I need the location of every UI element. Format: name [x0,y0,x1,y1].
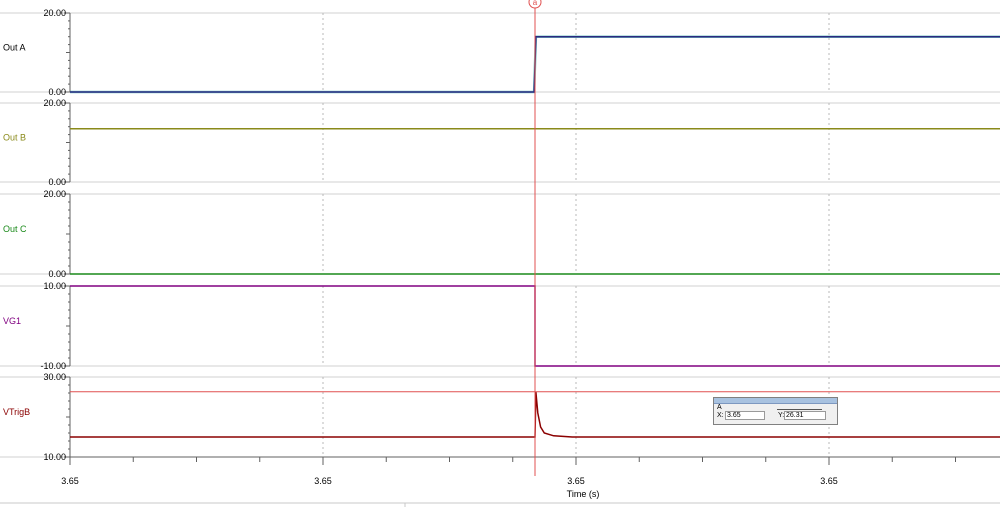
panel-out-c: 20.00 0.00 Out C [0,189,1000,279]
y-tick-label-max: 10.00 [43,281,66,291]
channel-label-vg1: VG1 [3,316,21,326]
panel-vg1: 10.00 -10.00 VG1 [0,281,1000,371]
panel-out-a: 20.00 0.00 Out A [0,8,1000,97]
cursor-marker-label: a [533,0,538,7]
x-tick-label: 3.65 [567,476,585,486]
y-tick-label-min: -10.00 [40,361,66,371]
waveform-chart: 20.000.00Out A20.000.00Out B20.000.00Out… [0,0,1000,507]
cursor-readout[interactable]: A X: 3.65 Y: 26.31 [713,397,838,425]
readout-x-field[interactable]: 3.65 [725,411,765,420]
y-tick-label-max: 30.00 [43,372,66,382]
x-tick-label: 3.65 [820,476,838,486]
channel-label-vtrigb: VTrigB [3,407,30,417]
readout-titlebar[interactable] [714,398,837,404]
readout-y-field[interactable]: 26.31 [784,411,826,420]
y-tick-label-max: 20.00 [43,8,66,18]
channel-label-out-b: Out B [3,133,26,143]
panel-vtrigb: 30.00 10.00 VTrigB [0,372,1000,462]
x-axis-label: Time (s) [567,489,600,499]
y-tick-label-min: 0.00 [48,269,66,279]
y-tick-label-min: 0.00 [48,87,66,97]
x-tick-label: 3.65 [314,476,332,486]
y-tick-label-min: 0.00 [48,177,66,187]
channel-label-out-c: Out C [3,224,27,234]
channel-label-out-a: Out A [3,43,26,53]
y-tick-label-max: 20.00 [43,98,66,108]
readout-x-label: X: [717,412,724,419]
y-tick-label-max: 20.00 [43,189,66,199]
readout-divider [777,409,822,410]
y-tick-label-min: 10.00 [43,452,66,462]
readout-title: A [717,404,722,411]
x-tick-label: 3.65 [61,476,79,486]
panel-out-b: 20.00 0.00 Out B [0,98,1000,187]
